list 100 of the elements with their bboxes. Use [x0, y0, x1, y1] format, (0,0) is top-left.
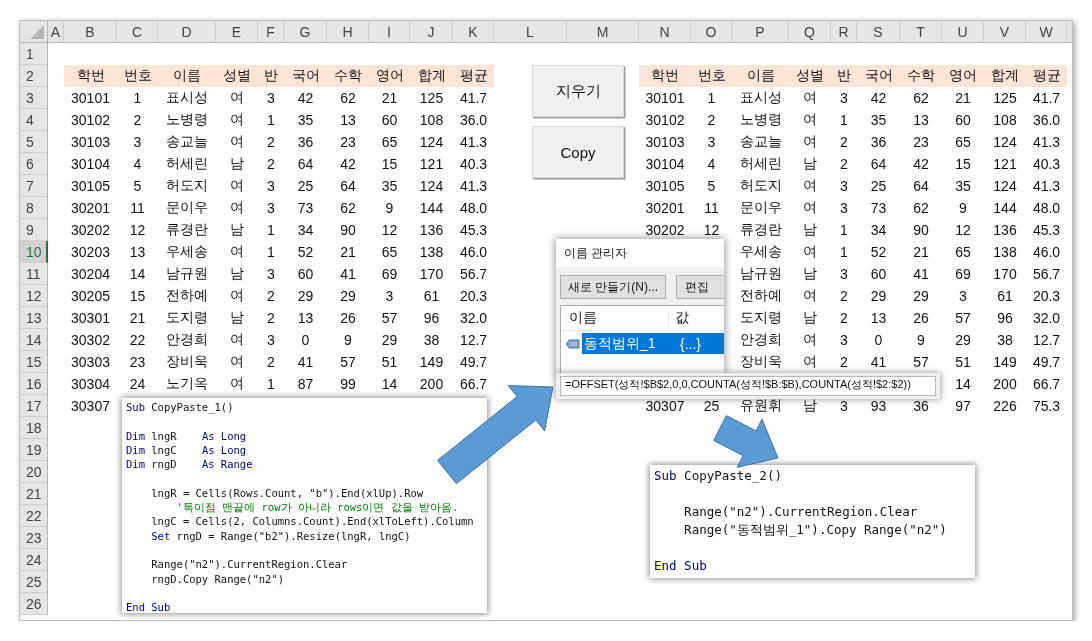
table-cell-text: 2: [266, 353, 276, 372]
column-header[interactable]: I: [369, 21, 410, 43]
table-cell-text: 57: [954, 309, 972, 328]
table-cell-text: 24: [128, 375, 147, 394]
table-cell-text: 90: [339, 221, 357, 240]
row-header[interactable]: 16: [20, 373, 48, 395]
column-header[interactable]: N: [639, 21, 691, 43]
table-cell-text: 1: [266, 243, 276, 262]
name-tag-icon: [566, 338, 580, 349]
row-header[interactable]: 15: [20, 351, 48, 373]
table-cell-text: 2: [266, 133, 276, 152]
row-header[interactable]: 25: [20, 571, 48, 593]
table-cell-text: 73: [296, 199, 315, 218]
column-header[interactable]: Q: [789, 21, 831, 43]
column-header[interactable]: W: [1026, 21, 1067, 43]
header-cell: 합계: [410, 65, 453, 87]
table-cell-text: 허세린: [165, 154, 209, 173]
column-header[interactable]: F: [258, 21, 284, 43]
row-header[interactable]: 19: [20, 439, 48, 461]
row-header[interactable]: 9: [20, 219, 48, 241]
column-header[interactable]: P: [732, 21, 789, 43]
table-cell-text: 3: [839, 199, 849, 218]
table-cell-text: 96: [422, 309, 441, 328]
row-header[interactable]: 10: [20, 241, 48, 263]
table-cell-text: 60: [296, 265, 315, 284]
column-header[interactable]: K: [453, 21, 494, 43]
column-header[interactable]: 이름: [561, 309, 669, 327]
table-cell-text: 13: [296, 309, 315, 328]
table-cell-text: 51: [954, 353, 972, 372]
table-cell-text: 56.7: [1031, 265, 1062, 284]
table-cell-text: 1: [706, 89, 717, 108]
row-header[interactable]: 20: [20, 461, 48, 483]
column-header[interactable]: A: [48, 21, 64, 43]
column-header[interactable]: T: [900, 21, 942, 43]
row-header[interactable]: 11: [20, 263, 48, 285]
row-header[interactable]: 22: [20, 505, 48, 527]
table-cell-text: 30304: [70, 375, 111, 394]
table-cell-text: 30105: [70, 177, 111, 196]
table-cell-text: 25: [702, 397, 721, 416]
refers-to-field[interactable]: =OFFSET(성적!$B$2,0,0,COUNTA(성적!$B:$B),COUNTA(성적!$2:$2)): [560, 376, 936, 396]
column-header[interactable]: E: [216, 21, 258, 43]
column-header[interactable]: C: [117, 21, 158, 43]
table-cell-text: 표시성: [165, 88, 209, 107]
row-header[interactable]: 26: [20, 593, 48, 615]
column-header[interactable]: D: [158, 21, 216, 43]
table-cell-text: 36: [869, 133, 888, 152]
list-item[interactable]: 동적범위_1 {...}: [582, 333, 724, 354]
code-line: lngR = Cells(Rows.Count, "b").End(xlUp).Row: [150, 485, 425, 501]
row-header[interactable]: 24: [20, 549, 48, 571]
row-header[interactable]: 4: [20, 109, 48, 131]
new-button[interactable]: 새로 만들기(N)...: [560, 275, 666, 299]
table-cell-text: 36.0: [458, 111, 489, 130]
table-cell-text: 41.7: [1031, 89, 1062, 108]
row-header[interactable]: 5: [20, 131, 48, 153]
table-cell-text: 13: [869, 309, 888, 328]
row-header[interactable]: 18: [20, 417, 48, 439]
macro-button[interactable]: Copy: [532, 126, 624, 178]
header-cell: 영어: [942, 65, 984, 87]
column-header[interactable]: L: [494, 21, 567, 43]
row-header[interactable]: 6: [20, 153, 48, 175]
table-cell-text: 남: [802, 308, 818, 327]
column-header[interactable]: S: [857, 21, 900, 43]
row-header[interactable]: 21: [20, 483, 48, 505]
row-header[interactable]: 14: [20, 329, 48, 351]
row-header[interactable]: 12: [20, 285, 48, 307]
column-header[interactable]: V: [984, 21, 1026, 43]
table-cell-text: 3: [266, 265, 276, 284]
column-header[interactable]: R: [831, 21, 857, 43]
table-cell-text: 149: [418, 353, 445, 372]
table-cell-text: 12: [128, 221, 147, 240]
header-cell: 이름: [158, 65, 216, 87]
table-cell-text: 36: [296, 133, 315, 152]
column-header[interactable]: H: [327, 21, 369, 43]
row-header[interactable]: 13: [20, 307, 48, 329]
edit-button[interactable]: 편집: [676, 275, 724, 299]
table-cell-text: 124: [418, 177, 445, 196]
row-header[interactable]: 17: [20, 395, 48, 417]
row-header[interactable]: 3: [20, 87, 48, 109]
row-header[interactable]: 23: [20, 527, 48, 549]
table-cell-text: 남규원: [165, 264, 209, 283]
select-all-icon[interactable]: [30, 25, 44, 39]
table-cell-text: 65: [380, 133, 399, 152]
table-cell-text: 49.7: [458, 353, 489, 372]
column-header[interactable]: 값: [669, 309, 689, 327]
table-cell-text: 35: [954, 177, 972, 196]
column-header[interactable]: B: [64, 21, 117, 43]
row-header[interactable]: 8: [20, 197, 48, 219]
row-header[interactable]: 7: [20, 175, 48, 197]
column-header[interactable]: G: [284, 21, 327, 43]
table-cell-text: 0: [300, 331, 311, 350]
macro-button[interactable]: 지우기: [532, 65, 624, 117]
row-header[interactable]: 2: [20, 65, 48, 87]
column-header[interactable]: J: [410, 21, 453, 43]
table-cell-text: 121: [418, 155, 445, 174]
column-header[interactable]: U: [942, 21, 984, 43]
column-header[interactable]: O: [691, 21, 732, 43]
row-header[interactable]: 1: [20, 43, 48, 65]
column-header[interactable]: M: [567, 21, 639, 43]
column-header[interactable]: [1067, 21, 1072, 43]
table-cell-text: 23: [912, 133, 930, 152]
